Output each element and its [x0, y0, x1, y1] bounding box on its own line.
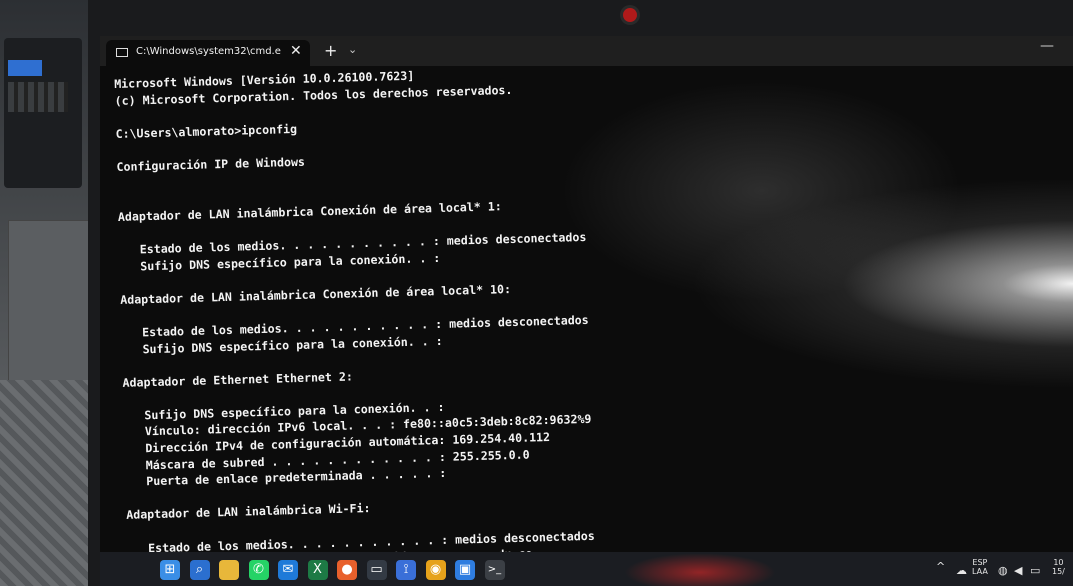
windows-start-icon[interactable]: ⊞: [160, 560, 180, 580]
network-app-icon-glyph: ⟟: [403, 562, 409, 577]
mail-icon[interactable]: ✉: [278, 560, 298, 580]
search-icon[interactable]: ⌕: [189, 560, 210, 580]
wifi-icon[interactable]: ◍: [998, 564, 1008, 577]
app-dark-icon[interactable]: ▭: [366, 560, 387, 580]
language-indicator[interactable]: ESP LAA: [972, 558, 988, 576]
terminal-icon[interactable]: >_: [484, 560, 505, 580]
tab-cmd[interactable]: C:\Windows\system32\cmd.e ✕: [106, 40, 310, 66]
title-bar: C:\Windows\system32\cmd.e ✕ + ⌄ —: [100, 36, 1073, 66]
cloud-icon[interactable]: ☁: [956, 564, 967, 577]
store-icon-glyph: ▣: [458, 562, 472, 577]
app-dark-icon-glyph: ▭: [370, 562, 383, 577]
network-app-icon[interactable]: ⟟: [396, 560, 416, 580]
minimize-button[interactable]: —: [1040, 38, 1054, 54]
new-tab-button[interactable]: +: [324, 41, 337, 60]
console-output[interactable]: Microsoft Windows [Versión 10.0.26100.76…: [114, 59, 749, 552]
clock-date: 15/: [1052, 567, 1065, 576]
app-orange-icon[interactable]: ●: [337, 560, 357, 580]
volume-icon[interactable]: ◀: [1014, 564, 1022, 577]
file-explorer-icon[interactable]: [219, 560, 239, 580]
chrome-icon-glyph: ◉: [429, 562, 442, 577]
chevron-down-icon[interactable]: ⌄: [348, 43, 357, 56]
excel-icon-glyph: X: [313, 562, 322, 577]
chrome-icon[interactable]: ◉: [425, 560, 446, 580]
whatsapp-icon[interactable]: ✆: [248, 560, 269, 580]
excel-icon[interactable]: X: [307, 560, 328, 580]
battery-icon[interactable]: ▭: [1030, 564, 1040, 577]
store-icon[interactable]: ▣: [455, 560, 475, 580]
language-top: ESP: [972, 558, 988, 567]
tab-title: C:\Windows\system32\cmd.e: [136, 46, 281, 57]
equipment-box: [8, 220, 100, 382]
terminal-window: C:\Windows\system32\cmd.e ✕ + ⌄ — Micros…: [100, 36, 1073, 552]
file-explorer-icon-glyph: [219, 560, 239, 580]
close-tab-icon[interactable]: ✕: [290, 43, 302, 59]
language-bottom: LAA: [972, 567, 988, 576]
screen-reflection: [620, 552, 780, 586]
laptop-bezel-top: [88, 0, 1073, 36]
clock-time: 10: [1053, 558, 1064, 567]
terminal-icon-glyph: >_: [487, 564, 502, 575]
webcam-icon: [623, 8, 637, 22]
windows-start-icon-glyph: ⊞: [164, 562, 176, 577]
tray-chevron-icon[interactable]: ^: [936, 561, 945, 572]
mail-icon-glyph: ✉: [282, 562, 294, 577]
console-icon: [116, 48, 128, 57]
device-grill: [8, 82, 68, 112]
taskbar: ^ ☁ ESP LAA ◍ ◀ ▭ 10 15/ ⊞ ⌕ ✆ ✉ X ● ▭ ⟟ ◉ ▣ >_: [100, 552, 1073, 586]
search-icon-glyph: ⌕: [195, 562, 204, 577]
app-orange-icon-glyph: ●: [341, 562, 353, 577]
whatsapp-icon-glyph: ✆: [253, 562, 264, 577]
clock[interactable]: 10 15/: [1052, 558, 1065, 576]
device-display: [8, 60, 42, 76]
